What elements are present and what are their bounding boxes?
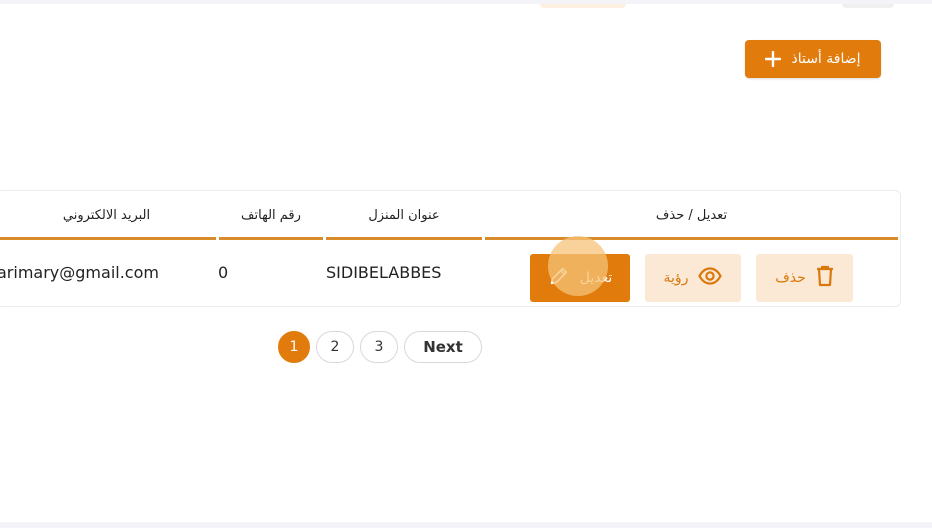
cell-email: arimary@gmail.com [0,263,159,282]
view-button[interactable]: رؤية [645,254,741,302]
pagination: 1 2 3 Next [278,331,482,363]
column-header-address: عنوان المنزل [326,195,482,240]
cell-phone: 0 [218,263,229,282]
pencil-icon [548,265,570,291]
page-button-3[interactable]: 3 [360,331,398,363]
top-partial-control [842,4,894,8]
cell-address: SIDIBELABBES [326,263,442,282]
eye-icon [698,266,723,290]
top-partial-button [540,4,626,8]
edit-label: تعديل [579,270,613,286]
view-label: رؤية [663,270,689,286]
page-button-1[interactable]: 1 [278,331,310,363]
teachers-table: البريد الالكتروني رقم الهاتف عنوان المنز… [0,190,901,307]
edit-button[interactable]: تعديل [530,254,630,302]
next-page-button[interactable]: Next [404,331,482,363]
add-teacher-label: إضافة أستاذ [791,51,861,67]
column-header-phone: رقم الهاتف [219,195,323,240]
page-button-2[interactable]: 2 [316,331,354,363]
delete-label: حذف [775,270,806,286]
plus-icon [765,50,782,68]
trash-icon [816,265,834,291]
delete-button[interactable]: حذف [756,254,853,302]
page-content: إضافة أستاذ البريد الالكتروني رقم الهاتف… [0,4,932,522]
add-teacher-button[interactable]: إضافة أستاذ [745,40,881,78]
column-header-actions: تعديل / حذف [485,195,898,240]
column-header-email: البريد الالكتروني [0,195,216,240]
